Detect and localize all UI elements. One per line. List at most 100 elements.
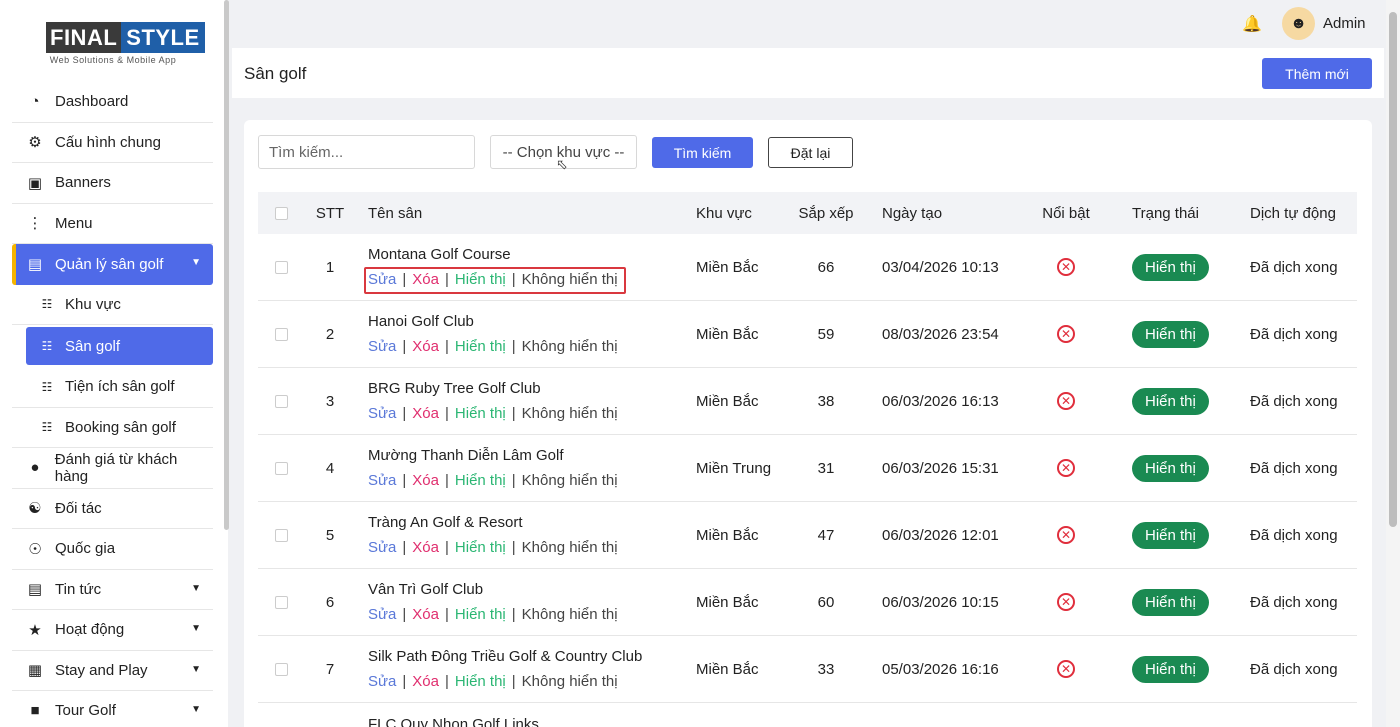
status-badge[interactable]: Hiển thị — [1132, 588, 1209, 616]
not-featured-icon[interactable]: ✕ — [1057, 526, 1075, 544]
status-badge[interactable]: Hiển thị — [1132, 387, 1209, 415]
show-link[interactable]: Hiển thị — [455, 539, 506, 556]
status-badge[interactable]: Hiển thị — [1132, 253, 1209, 281]
sidebar-item-tour-golf[interactable]: ■ Tour Golf ▼ — [12, 691, 213, 727]
status-badge[interactable]: Hiển thị — [1132, 320, 1209, 348]
sidebar-item-golf-courses[interactable]: ☷ Sân golf — [26, 327, 213, 365]
edit-link[interactable]: Sửa — [368, 673, 396, 690]
building-icon: ▦ — [27, 662, 43, 680]
sidebar-item-banners[interactable]: ▣ Banners — [12, 163, 213, 204]
row-checkbox[interactable] — [274, 394, 288, 408]
row-translate: Đã dịch xong — [1250, 459, 1338, 477]
hide-link[interactable]: Không hiển thị — [522, 405, 618, 422]
row-name-cell: Silk Path Đông Triều Golf & Country Club… — [356, 648, 684, 690]
user-name[interactable]: Admin — [1323, 15, 1366, 32]
edit-link[interactable]: Sửa — [368, 405, 396, 422]
hide-link[interactable]: Không hiển thị — [522, 606, 618, 623]
status-badge[interactable]: Hiển thị — [1132, 454, 1209, 482]
sidebar-item-news[interactable]: ▤ Tin tức ▼ — [12, 570, 213, 610]
add-new-button[interactable]: Thêm mới — [1262, 58, 1372, 89]
row-status: Hiển thị — [1116, 655, 1234, 683]
table-row: 4 Mường Thanh Diễn Lâm Golf Sửa | Xóa | Hiển t… — [258, 435, 1357, 502]
row-featured: ✕ — [1016, 392, 1116, 410]
sidebar-item-label: Cấu hình chung — [55, 133, 161, 151]
logo[interactable]: FINAL STYLE Web Solutions & Mobile App — [46, 22, 205, 68]
search-input[interactable] — [258, 135, 475, 169]
avatar[interactable]: ☻ — [1282, 7, 1315, 40]
store-icon: ▤ — [27, 256, 43, 274]
not-featured-icon[interactable]: ✕ — [1057, 593, 1075, 611]
delete-link[interactable]: Xóa — [412, 606, 439, 623]
sidebar-item-regions[interactable]: ☷ Khu vực — [12, 285, 213, 325]
sidebar-item-activities[interactable]: ★ Hoạt động ▼ — [12, 610, 213, 651]
sidebar-scrollbar[interactable] — [224, 0, 229, 530]
row-checkbox[interactable] — [274, 327, 288, 341]
sidebar-item-golf-amenities[interactable]: ☷ Tiện ích sân golf — [12, 367, 213, 408]
select-all-cell — [258, 206, 304, 220]
sidebar: FINAL STYLE Web Solutions & Mobile App ◔… — [0, 0, 229, 727]
not-featured-icon[interactable]: ✕ — [1057, 660, 1075, 678]
row-featured: ✕ — [1016, 660, 1116, 678]
sidebar-item-countries[interactable]: ☉ Quốc gia — [12, 529, 213, 570]
edit-link[interactable]: Sửa — [368, 606, 396, 623]
status-badge[interactable]: Hiển thị — [1132, 655, 1209, 683]
not-featured-icon[interactable]: ✕ — [1057, 392, 1075, 410]
row-translate: Đã dịch xong — [1250, 325, 1338, 343]
not-featured-icon[interactable]: ✕ — [1057, 459, 1075, 477]
sidebar-item-partners[interactable]: ☯ Đối tác — [12, 489, 213, 529]
delete-link[interactable]: Xóa — [412, 338, 439, 355]
row-actions: Sửa | Xóa | Hiển thị | Không hiển thị — [368, 472, 684, 489]
row-checkbox[interactable] — [274, 528, 288, 542]
hide-link[interactable]: Không hiển thị — [522, 539, 618, 556]
edit-link[interactable]: Sửa — [368, 338, 396, 355]
row-translate: Đã dịch xong — [1250, 392, 1338, 410]
header-sort: Sắp xếp — [798, 204, 854, 222]
row-checkbox[interactable] — [274, 260, 288, 274]
sidebar-item-golf-booking[interactable]: ☷ Booking sân golf — [12, 408, 213, 448]
show-link[interactable]: Hiển thị — [455, 606, 506, 623]
delete-link[interactable]: Xóa — [412, 673, 439, 690]
sidebar-item-golf-management[interactable]: ▤ Quản lý sân golf ▼ — [12, 244, 213, 285]
show-link[interactable]: Hiển thị — [455, 405, 506, 422]
show-link[interactable]: Hiển thị — [455, 472, 506, 489]
table-row: 3 BRG Ruby Tree Golf Club Sửa | Xóa | Hiển thị… — [258, 368, 1357, 435]
trophy-icon: ★ — [28, 621, 42, 639]
sidebar-item-stay-and-play[interactable]: ▦ Stay and Play ▼ — [12, 651, 213, 691]
select-all-checkbox[interactable] — [274, 206, 288, 220]
hide-link[interactable]: Không hiển thị — [522, 338, 618, 355]
delete-link[interactable]: Xóa — [412, 472, 439, 489]
row-check-cell — [258, 528, 304, 542]
row-name-cell: Hanoi Golf Club Sửa | Xóa | Hiển thị | Không hi… — [356, 313, 684, 355]
hide-link[interactable]: Không hiển thị — [522, 673, 618, 690]
edit-link[interactable]: Sửa — [368, 472, 396, 489]
edit-link[interactable]: Sửa — [368, 539, 396, 556]
sidebar-item-menu[interactable]: ⋮ Menu — [12, 204, 213, 244]
status-badge[interactable]: Hiển thị — [1132, 521, 1209, 549]
delete-link[interactable]: Xóa — [412, 539, 439, 556]
search-button[interactable]: Tìm kiếm — [652, 137, 753, 168]
bell-icon[interactable]: 🔔 — [1242, 14, 1262, 34]
row-checkbox[interactable] — [274, 595, 288, 609]
not-featured-icon[interactable]: ✕ — [1057, 258, 1075, 276]
sidebar-item-reviews[interactable]: ● Đánh giá từ khách hàng — [12, 448, 213, 489]
page-header: Sân golf Thêm mới — [232, 48, 1384, 98]
row-status: Hiển thị — [1116, 387, 1234, 415]
row-check-cell — [258, 461, 304, 475]
delete-link[interactable]: Xóa — [412, 405, 439, 422]
not-featured-icon[interactable]: ✕ — [1057, 325, 1075, 343]
show-link[interactable]: Hiển thị — [455, 338, 506, 355]
reset-button[interactable]: Đặt lại — [768, 137, 853, 168]
row-check-cell — [258, 662, 304, 676]
action-separator: | — [511, 673, 516, 690]
hide-link[interactable]: Không hiển thị — [522, 472, 618, 489]
sidebar-item-label: Tin tức — [55, 580, 102, 598]
show-link[interactable]: Hiển thị — [455, 673, 506, 690]
page-scrollbar[interactable] — [1389, 12, 1397, 527]
sidebar-item-dashboard[interactable]: ◔ Dashboard — [12, 82, 213, 123]
action-separator: | — [402, 606, 407, 623]
row-region: Miền Bắc — [696, 325, 759, 343]
row-checkbox[interactable] — [274, 461, 288, 475]
table-body: 1 Montana Golf Course Sửa | Xóa | Hiển thị | Khô… — [258, 234, 1357, 703]
sidebar-item-general-config[interactable]: ⚙ Cấu hình chung — [12, 123, 213, 163]
row-checkbox[interactable] — [274, 662, 288, 676]
